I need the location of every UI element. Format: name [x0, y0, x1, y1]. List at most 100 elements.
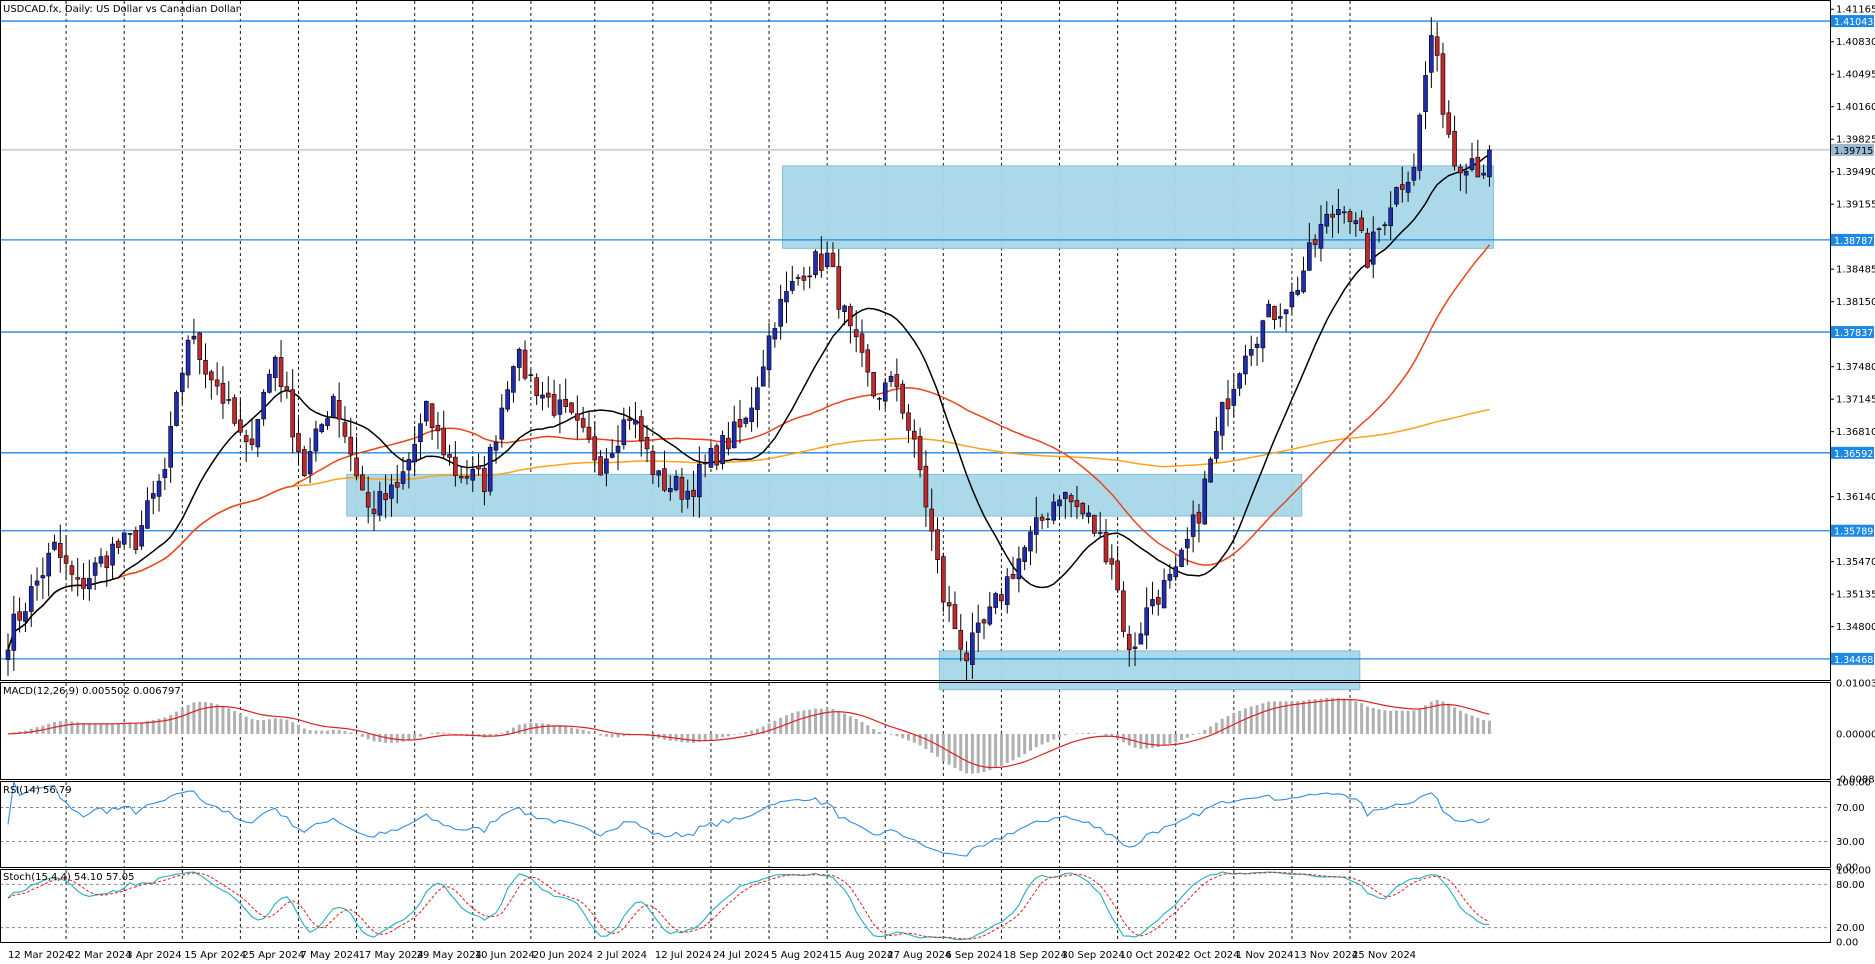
date-label: 13 Nov 2024: [1294, 950, 1358, 961]
candle-body: [1353, 220, 1359, 225]
candle-body: [656, 470, 661, 476]
candle-body: [116, 540, 121, 548]
candle-body: [1481, 172, 1486, 176]
trading-chart[interactable]: 1.41043 1.38787 1.37837 1.36592 1.35789 1.344…: [0, 0, 1875, 964]
candle-body: [772, 328, 778, 340]
date-label: 25 Nov 2024: [1352, 950, 1416, 961]
candle-body: [1167, 573, 1173, 581]
candle-body: [627, 418, 632, 421]
candle-body: [1051, 501, 1057, 521]
candle-body: [226, 399, 232, 401]
candle-body: [1469, 158, 1475, 170]
date-label: 22 Mar 2024: [68, 950, 131, 961]
candle-body: [296, 433, 301, 453]
stoch-tick-label: 100.00: [1836, 866, 1871, 877]
candle-body: [1068, 495, 1074, 503]
date-label: 15 Aug 2024: [829, 950, 893, 961]
candle-body: [615, 445, 621, 453]
candle-body: [1266, 303, 1271, 318]
price-tick-label: 1.36810: [1836, 427, 1875, 438]
price-tick-label: 1.38485: [1836, 265, 1875, 276]
candle-body: [121, 532, 127, 545]
candle-body: [75, 577, 81, 580]
candle-body: [1144, 607, 1149, 636]
candle-body: [1150, 599, 1155, 607]
candle-body: [1132, 646, 1138, 649]
candle-body: [174, 392, 179, 426]
candle-body: [702, 462, 708, 465]
candle-body: [365, 492, 371, 508]
candle-body: [1155, 597, 1161, 605]
price-tick-label: 1.37480: [1836, 362, 1875, 373]
candle-body: [580, 418, 586, 428]
price-tick-label: 1.40830: [1836, 37, 1875, 48]
candle-body: [778, 298, 783, 327]
candle-body: [179, 372, 185, 392]
candle-body: [662, 468, 667, 491]
candle-body: [848, 306, 853, 327]
candle-body: [819, 253, 824, 271]
candle-body: [505, 389, 510, 410]
candle-body: [1231, 388, 1237, 406]
candle-body: [458, 476, 464, 479]
candle-body: [354, 457, 359, 477]
candle-body: [522, 349, 528, 379]
candle-body: [1301, 270, 1306, 293]
candle-body: [1214, 431, 1219, 459]
date-label: 1 Nov 2024: [1236, 950, 1294, 961]
candle-body: [1057, 499, 1062, 507]
candle-body: [185, 339, 191, 376]
candle-body: [540, 394, 545, 399]
candle-body: [1370, 231, 1376, 265]
candle-body: [563, 398, 569, 407]
candle-body: [325, 418, 330, 426]
rsi-tick-label: 70.00: [1836, 803, 1865, 814]
candle-body: [964, 652, 969, 662]
candle-body: [958, 630, 964, 650]
candle-body: [249, 438, 255, 445]
candle-body: [377, 491, 383, 516]
candle-body: [1405, 181, 1411, 193]
date-label: 7 May 2024: [300, 950, 359, 961]
candle-body: [52, 541, 57, 550]
candle-body: [127, 533, 133, 535]
candle-body: [1225, 398, 1231, 410]
candle-body: [499, 407, 505, 440]
stoch-label: Stoch(15,4,4) 54.10 57.05: [3, 872, 134, 883]
date-label: 17 May 2024: [359, 950, 424, 961]
candle-body: [1330, 213, 1335, 218]
candle-body: [789, 281, 795, 291]
candle-body: [470, 468, 476, 481]
level-label: 1.34468: [1834, 655, 1873, 666]
candle-body: [1208, 458, 1213, 483]
candle-body: [1179, 549, 1184, 567]
candle-body: [551, 393, 557, 416]
candle-body: [644, 436, 650, 450]
candle-body: [1086, 512, 1091, 517]
candle-body: [28, 586, 34, 612]
candle-body: [691, 489, 696, 497]
date-label: 12 Jul 2024: [655, 950, 712, 961]
candle-body: [40, 575, 46, 579]
candle-body: [319, 424, 325, 433]
candle-body: [255, 419, 261, 448]
candle-body: [191, 335, 197, 340]
candle-body: [394, 482, 400, 488]
candle-body: [766, 335, 772, 371]
candle-body: [1033, 517, 1039, 535]
candle-body: [1010, 573, 1016, 579]
candle-body: [987, 606, 993, 625]
candle-body: [888, 375, 894, 382]
candle-body: [1277, 316, 1283, 319]
date-label: 24 Jul 2024: [713, 950, 770, 961]
candle-body: [871, 372, 876, 397]
candle-body: [1463, 170, 1469, 176]
level-label: 1.37837: [1834, 328, 1873, 339]
candle-body: [487, 446, 493, 492]
candle-body: [464, 476, 470, 479]
candle-body: [98, 556, 104, 564]
candle-body: [435, 424, 441, 432]
candle-body: [1452, 131, 1457, 167]
candle-body: [935, 529, 940, 560]
candle-body: [836, 266, 842, 310]
